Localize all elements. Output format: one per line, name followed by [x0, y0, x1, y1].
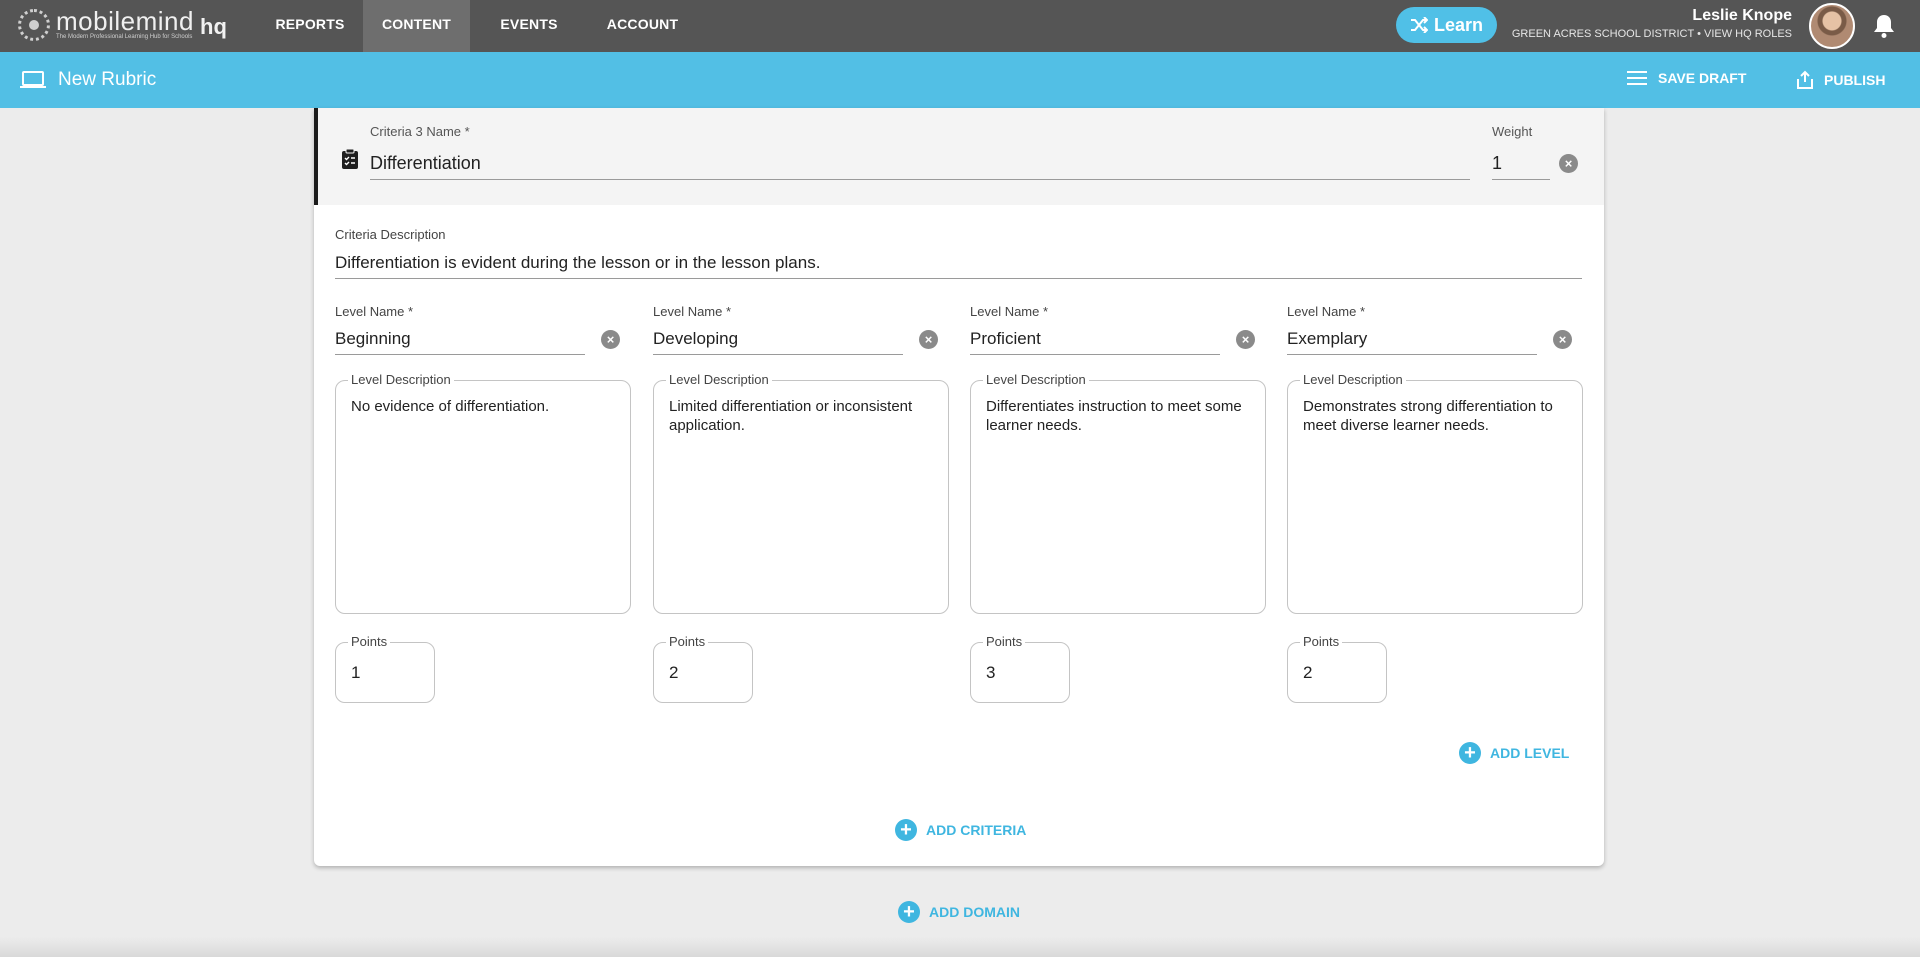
level-column-beginning: Level Name * × Level Description No evid…	[335, 304, 631, 714]
level-column-developing: Level Name * × Level Description Limited…	[653, 304, 949, 714]
laptop-icon	[20, 71, 46, 88]
points-field[interactable]: Points 3	[970, 634, 1070, 703]
top-nav: mobilemind The Modern Professional Learn…	[0, 0, 1920, 52]
criteria-description-input[interactable]	[335, 247, 1582, 279]
level-description-text[interactable]: Differentiates instruction to meet some …	[986, 397, 1248, 435]
bell-icon[interactable]	[1872, 13, 1896, 39]
criteria-description-label: Criteria Description	[335, 227, 446, 242]
logo-tagline: The Modern Professional Learning Hub for…	[56, 34, 193, 40]
level-description-label: Level Description	[983, 372, 1089, 387]
level-name-label: Level Name *	[970, 304, 1049, 319]
logo-wordmark: mobilemind	[56, 6, 194, 36]
level-name-input[interactable]	[1287, 323, 1537, 355]
level-column-proficient: Level Name * × Level Description Differe…	[970, 304, 1266, 714]
add-level-label: ADD LEVEL	[1490, 745, 1570, 761]
weight-input[interactable]	[1492, 148, 1550, 180]
level-name-label: Level Name *	[335, 304, 414, 319]
page-title: New Rubric	[58, 69, 157, 90]
nav-reports[interactable]: REPORTS	[262, 0, 358, 52]
weight-label: Weight	[1492, 124, 1533, 139]
points-label: Points	[348, 634, 391, 649]
user-name[interactable]: Leslie Knope	[1692, 7, 1792, 25]
remove-level-icon[interactable]: ×	[1553, 330, 1572, 349]
criteria-name-label: Criteria 3 Name *	[370, 124, 470, 139]
level-name-input[interactable]	[970, 323, 1220, 355]
points-label: Points	[666, 634, 709, 649]
save-draft-button[interactable]: SAVE DRAFT	[1626, 70, 1746, 86]
level-description-text[interactable]: No evidence of differentiation.	[351, 397, 613, 416]
add-criteria-label: ADD CRITERIA	[926, 822, 1027, 838]
clipboard-icon[interactable]	[341, 148, 359, 170]
level-name-label: Level Name *	[653, 304, 732, 319]
level-description-field[interactable]: Level Description Differentiates instruc…	[970, 372, 1266, 614]
upload-icon	[1797, 70, 1813, 89]
logo-hq: hq	[200, 14, 227, 39]
remove-level-icon[interactable]: ×	[601, 330, 620, 349]
plus-circle-icon: +	[898, 901, 920, 923]
level-description-field[interactable]: Level Description Limited differentiatio…	[653, 372, 949, 614]
clear-weight-icon[interactable]: ×	[1559, 154, 1578, 173]
mobilemind-logo[interactable]: mobilemind The Modern Professional Learn…	[18, 8, 194, 41]
bottom-shadow	[0, 937, 1920, 957]
nav-account[interactable]: ACCOUNT	[598, 0, 687, 52]
level-description-text[interactable]: Demonstrates strong differentiation to m…	[1303, 397, 1565, 435]
level-description-label: Level Description	[1300, 372, 1406, 387]
points-value[interactable]: 3	[986, 663, 995, 683]
points-value[interactable]: 2	[669, 663, 678, 683]
level-description-text[interactable]: Limited differentiation or inconsistent …	[669, 397, 931, 435]
shuffle-icon	[1410, 17, 1428, 33]
points-value[interactable]: 1	[351, 663, 360, 683]
user-district[interactable]: GREEN ACRES SCHOOL DISTRICT • VIEW HQ RO…	[1512, 28, 1792, 40]
list-icon	[1627, 71, 1647, 85]
nav-content[interactable]: CONTENT	[363, 0, 470, 52]
publish-label: PUBLISH	[1824, 72, 1886, 88]
points-field[interactable]: Points 1	[335, 634, 435, 703]
remove-level-icon[interactable]: ×	[1236, 330, 1255, 349]
learn-button-label: Learn	[1433, 14, 1484, 35]
level-description-label: Level Description	[666, 372, 772, 387]
add-domain-button[interactable]: + ADD DOMAIN	[898, 901, 1020, 923]
publish-button[interactable]: PUBLISH	[1796, 70, 1885, 90]
logo-mark-icon	[18, 8, 50, 41]
plus-circle-icon: +	[1459, 742, 1481, 764]
avatar[interactable]	[1809, 3, 1855, 49]
save-draft-label: SAVE DRAFT	[1658, 70, 1747, 86]
criteria-card: Criteria 3 Name * Weight × Criteria Desc…	[314, 108, 1604, 866]
level-description-field[interactable]: Level Description No evidence of differe…	[335, 372, 631, 614]
learn-button[interactable]: Learn	[1396, 7, 1497, 43]
points-value[interactable]: 2	[1303, 663, 1312, 683]
add-domain-label: ADD DOMAIN	[929, 904, 1020, 920]
add-level-button[interactable]: + ADD LEVEL	[1459, 742, 1569, 764]
points-field[interactable]: Points 2	[653, 634, 753, 703]
nav-events[interactable]: EVENTS	[487, 0, 571, 52]
level-column-exemplary: Level Name * × Level Description Demonst…	[1287, 304, 1583, 714]
points-label: Points	[983, 634, 1026, 649]
criteria-name-input[interactable]	[370, 148, 1470, 180]
level-name-input[interactable]	[653, 323, 903, 355]
criteria-header: Criteria 3 Name * Weight ×	[314, 108, 1604, 205]
add-criteria-button[interactable]: + ADD CRITERIA	[895, 819, 1026, 841]
level-description-field[interactable]: Level Description Demonstrates strong di…	[1287, 372, 1583, 614]
points-field[interactable]: Points 2	[1287, 634, 1387, 703]
level-name-input[interactable]	[335, 323, 585, 355]
rubric-header: New Rubric SAVE DRAFT PUBLISH	[0, 52, 1920, 108]
points-label: Points	[1300, 634, 1343, 649]
remove-level-icon[interactable]: ×	[919, 330, 938, 349]
level-name-label: Level Name *	[1287, 304, 1366, 319]
level-description-label: Level Description	[348, 372, 454, 387]
plus-circle-icon: +	[895, 819, 917, 841]
